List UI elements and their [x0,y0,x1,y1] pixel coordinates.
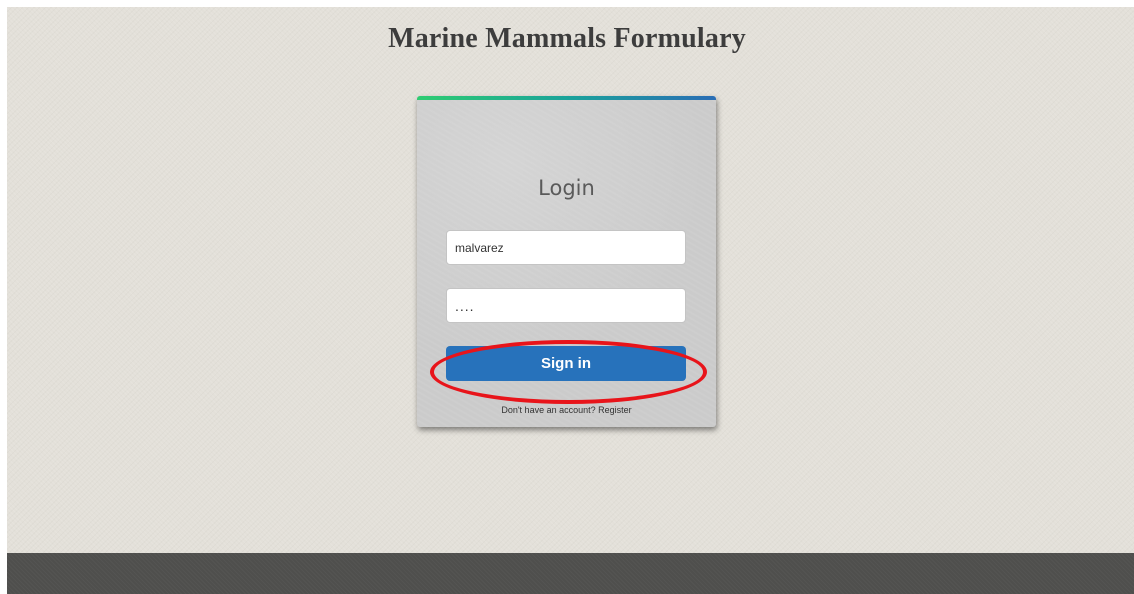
register-line: Don't have an account? Register [417,405,716,415]
card-accent-bar [417,96,716,100]
login-heading: Login [538,176,595,200]
login-card: Login Sign in Don't have an account? Reg… [417,96,716,427]
register-link[interactable]: Register [598,405,632,415]
sign-in-button[interactable]: Sign in [446,346,686,381]
site-title: Marine Mammals Formulary [388,23,746,54]
password-input[interactable] [446,288,686,323]
register-prompt: Don't have an account? [501,405,596,415]
footer-bar [7,553,1134,594]
username-input[interactable] [446,230,686,265]
